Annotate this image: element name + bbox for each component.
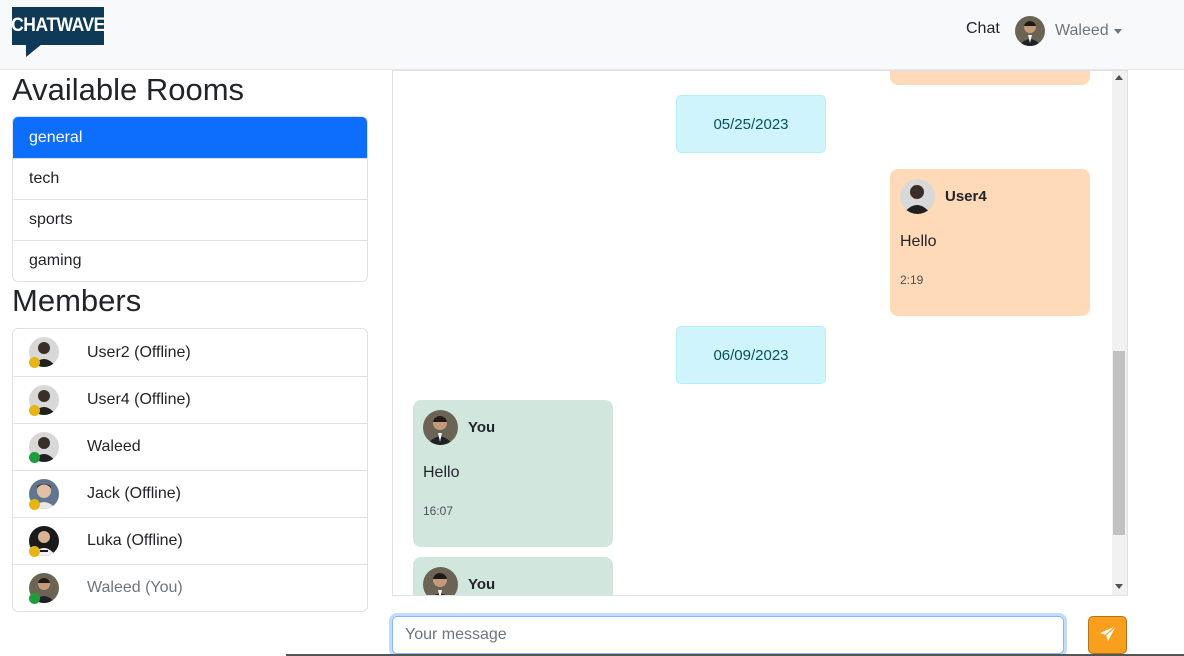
scrollbar-thumb[interactable] xyxy=(1113,351,1125,535)
date-separator: 05/25/2023 xyxy=(676,95,826,153)
message-time: 2:19 xyxy=(900,273,924,287)
brand-logo-tail xyxy=(26,44,42,57)
avatar xyxy=(423,567,458,595)
message-bubble: User4 Hello 2:19 xyxy=(890,169,1090,316)
member-item[interactable]: Luka (Offline) xyxy=(13,517,367,564)
avatar xyxy=(423,410,458,445)
member-name: Waleed (You) xyxy=(87,579,183,596)
status-away-dot xyxy=(29,499,40,510)
message-sender: You xyxy=(468,576,496,593)
member-item[interactable]: Waleed xyxy=(13,423,367,470)
member-name: Luka (Offline) xyxy=(87,532,183,549)
scroll-down-arrow-icon[interactable] xyxy=(1115,584,1123,589)
member-item[interactable]: User2 (Offline) xyxy=(13,329,367,376)
message-time: 16:07 xyxy=(423,504,454,518)
status-away-dot xyxy=(29,357,40,368)
avatar xyxy=(900,179,935,214)
member-name: Waleed xyxy=(87,438,141,455)
member-item[interactable]: User4 (Offline) xyxy=(13,376,367,423)
message-text: Hello xyxy=(900,233,937,250)
status-online-dot xyxy=(29,452,40,463)
message-sender: You xyxy=(468,419,496,436)
avatar xyxy=(1015,16,1045,46)
nav-chat-link[interactable]: Chat xyxy=(966,20,1000,38)
chat-messages-panel[interactable]: 05/25/2023 User4 Hello 2:19 06/09/2023 Y… xyxy=(392,70,1128,596)
message-bubble-partial xyxy=(890,71,1090,85)
message-sender: User4 xyxy=(945,188,987,205)
rooms-heading: Available Rooms xyxy=(12,72,245,107)
nav-username: Waleed xyxy=(1055,22,1109,39)
member-name: User4 (Offline) xyxy=(87,391,191,408)
status-away-dot xyxy=(29,405,40,416)
caret-down-icon xyxy=(1113,28,1122,34)
paper-plane-icon xyxy=(1099,625,1117,646)
member-item[interactable]: Jack (Offline) xyxy=(13,470,367,517)
member-name: User2 (Offline) xyxy=(87,343,191,361)
message-input[interactable] xyxy=(392,616,1064,654)
room-item-sports[interactable]: sports xyxy=(13,199,367,240)
scroll-up-arrow-icon[interactable] xyxy=(1115,75,1123,80)
user-menu-toggle[interactable]: Waleed xyxy=(1015,16,1122,46)
chat-scrollbar[interactable] xyxy=(1112,71,1127,595)
room-item-gaming[interactable]: gaming xyxy=(13,240,367,281)
status-away-dot xyxy=(29,546,40,557)
member-name: Jack (Offline) xyxy=(87,485,181,502)
message-bubble: You Hello 16:07 xyxy=(413,400,613,547)
navbar: CHATWAVE Chat Waleed xyxy=(0,0,1184,70)
date-separator: 06/09/2023 xyxy=(676,326,826,384)
rooms-list: general tech sports gaming xyxy=(12,116,368,282)
room-item-general[interactable]: general xyxy=(13,117,367,158)
members-heading: Members xyxy=(12,283,142,318)
brand-logo[interactable]: CHATWAVE xyxy=(11,7,105,45)
status-online-dot xyxy=(29,593,40,604)
room-item-tech[interactable]: tech xyxy=(13,158,367,199)
member-item-self[interactable]: Waleed (You) xyxy=(13,564,367,611)
message-text: Hello xyxy=(423,464,460,481)
send-button[interactable] xyxy=(1088,616,1127,654)
message-bubble: You xyxy=(413,557,613,595)
members-list: User2 (Offline) User4 (Offline) Waleed J… xyxy=(12,328,368,612)
